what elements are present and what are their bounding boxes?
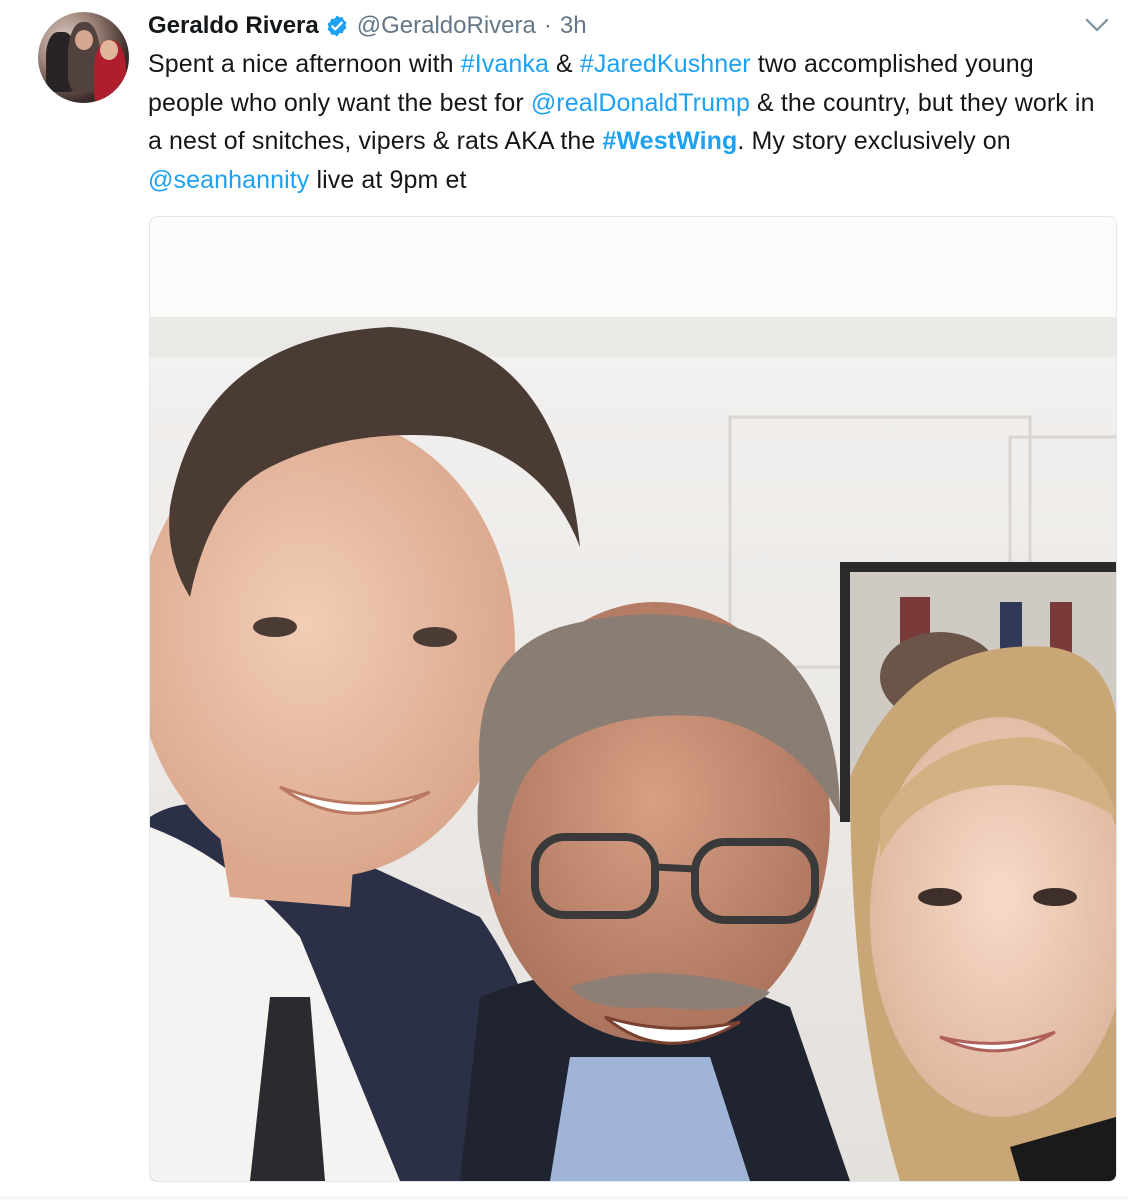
- avatar-face-3: [100, 40, 118, 60]
- tweet: Geraldo Rivera @GeraldoRivera · 3h Spent…: [0, 0, 1128, 1200]
- author-name[interactable]: Geraldo Rivera: [148, 12, 319, 40]
- avatar[interactable]: [38, 12, 129, 103]
- selfie-photo-illustration: [150, 217, 1116, 1181]
- mention-seanhannity[interactable]: @seanhannity: [148, 166, 309, 194]
- tweet-header: Geraldo Rivera @GeraldoRivera · 3h: [148, 8, 587, 44]
- tweet-text-segment: &: [549, 50, 580, 78]
- verified-badge-icon: [325, 14, 349, 38]
- tweet-text-segment: . My story exclusively on: [737, 127, 1011, 155]
- chevron-down-icon[interactable]: [1082, 12, 1112, 38]
- hashtag-jaredkushner[interactable]: #JaredKushner: [580, 50, 751, 78]
- tweet-timestamp[interactable]: 3h: [560, 12, 587, 40]
- tweet-photo[interactable]: [149, 216, 1117, 1182]
- tweet-text-segment: Spent a nice afternoon with: [148, 50, 461, 78]
- tweet-text: Spent a nice afternoon with #Ivanka & #J…: [148, 45, 1114, 199]
- avatar-face-2: [75, 30, 93, 50]
- hashtag-ivanka[interactable]: #Ivanka: [461, 50, 549, 78]
- mention-realdonaldtrump[interactable]: @realDonaldTrump: [531, 89, 750, 117]
- hashtag-westwing[interactable]: #WestWing: [602, 127, 737, 155]
- author-handle[interactable]: @GeraldoRivera: [357, 12, 536, 40]
- divider: [0, 1196, 1128, 1200]
- tweet-text-segment: live at 9pm et: [309, 165, 467, 194]
- header-separator: ·: [543, 12, 552, 39]
